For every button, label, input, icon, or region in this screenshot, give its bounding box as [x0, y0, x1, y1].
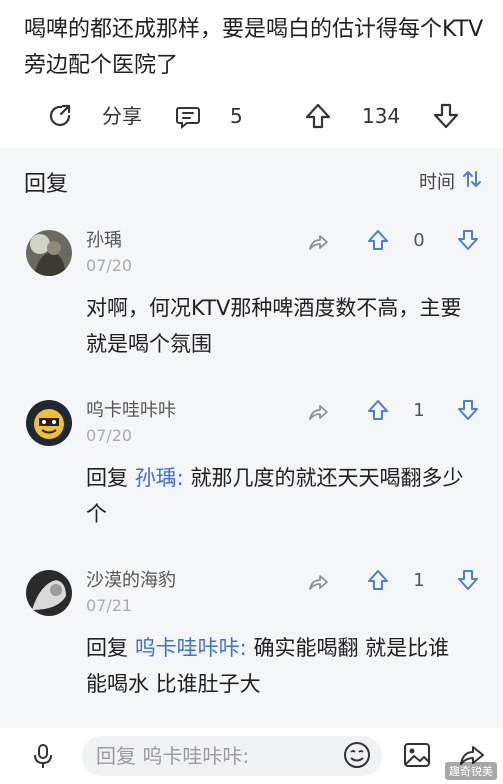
comment-author[interactable]: 呜卡哇咔咔 — [86, 396, 176, 422]
comment-item: 沙漠的海豹 07/21 1 回复 呜卡哇咔咔: 确实能喝翻 就是比谁能喝水 比谁… — [0, 550, 503, 720]
comment-date: 07/20 — [86, 256, 133, 275]
avatar[interactable] — [26, 400, 72, 446]
post-action-bar: 分享 5 134 — [0, 94, 503, 138]
comment-body: 回复 呜卡哇咔咔: 确实能喝翻 就是比谁能喝水 比谁肚子大 — [86, 630, 466, 702]
comment-body: 对啊，何况KTV那种啤酒度数不高，主要就是喝个氛围 — [86, 290, 466, 362]
reply-prefix: 回复 — [86, 466, 135, 490]
comment-body: 回复 孙瑀: 就那几度的就还天天喝翻多少个 — [86, 460, 466, 532]
downvote-icon[interactable] — [432, 102, 460, 130]
sort-by-time-button[interactable]: 时间 — [419, 168, 455, 194]
upvote-count: 134 — [362, 104, 401, 128]
replies-header: 回复 — [24, 172, 69, 197]
downvote-icon[interactable] — [456, 398, 480, 422]
image-icon[interactable] — [402, 741, 432, 769]
downvote-icon[interactable] — [456, 228, 480, 252]
watermark: 趣奇锐美 — [445, 762, 497, 780]
reply-input-bar: 回复 呜卡哇咔咔: 趣奇锐美 — [0, 728, 503, 784]
comment-author[interactable]: 孙瑀 — [86, 226, 122, 252]
downvote-icon[interactable] — [456, 568, 480, 592]
reply-panel: 回复 时间 孙瑀 07/20 0 对啊，何况KTV那种啤酒度数不高，主要就是喝个… — [0, 148, 503, 728]
comment-item: 孙瑀 07/20 0 对啊，何况KTV那种啤酒度数不高，主要就是喝个氛围 — [0, 210, 503, 380]
post-text: 喝啤的都还成那样，要是喝白的估计得每个KTV旁边配个医院了 — [24, 17, 484, 78]
comment-date: 07/21 — [86, 596, 133, 615]
upvote-icon[interactable] — [366, 568, 390, 592]
share-icon[interactable] — [46, 102, 74, 130]
avatar[interactable] — [26, 570, 72, 616]
comment-item: 呜卡哇咔咔 07/20 1 回复 孙瑀: 就那几度的就还天天喝翻多少个 — [0, 380, 503, 550]
upvote-icon[interactable] — [366, 398, 390, 422]
reply-prefix: 回复 — [86, 636, 135, 660]
upvote-icon[interactable] — [366, 228, 390, 252]
comment-vote-count: 0 — [413, 230, 425, 251]
comment-icon[interactable] — [174, 102, 202, 130]
mention-link[interactable]: 呜卡哇咔咔: — [135, 636, 247, 660]
comment-vote-count: 1 — [413, 400, 425, 421]
comment-count: 5 — [230, 104, 243, 128]
forward-icon[interactable] — [306, 230, 330, 254]
upvote-icon[interactable] — [304, 102, 332, 130]
comment-text: 对啊，何况KTV那种啤酒度数不高，主要就是喝个氛围 — [86, 296, 462, 356]
comment-vote-count: 1 — [413, 570, 425, 591]
microphone-icon[interactable] — [30, 742, 56, 770]
forward-icon[interactable] — [306, 570, 330, 594]
comment-author[interactable]: 沙漠的海豹 — [86, 566, 176, 592]
sort-icon[interactable] — [461, 168, 483, 190]
reply-input[interactable]: 回复 呜卡哇咔咔: — [82, 736, 382, 776]
emoji-icon[interactable] — [342, 740, 372, 770]
avatar[interactable] — [26, 230, 72, 276]
forward-icon[interactable] — [306, 400, 330, 424]
share-button-label[interactable]: 分享 — [102, 102, 142, 130]
mention-link[interactable]: 孙瑀: — [135, 466, 184, 490]
comment-date: 07/20 — [86, 426, 133, 445]
